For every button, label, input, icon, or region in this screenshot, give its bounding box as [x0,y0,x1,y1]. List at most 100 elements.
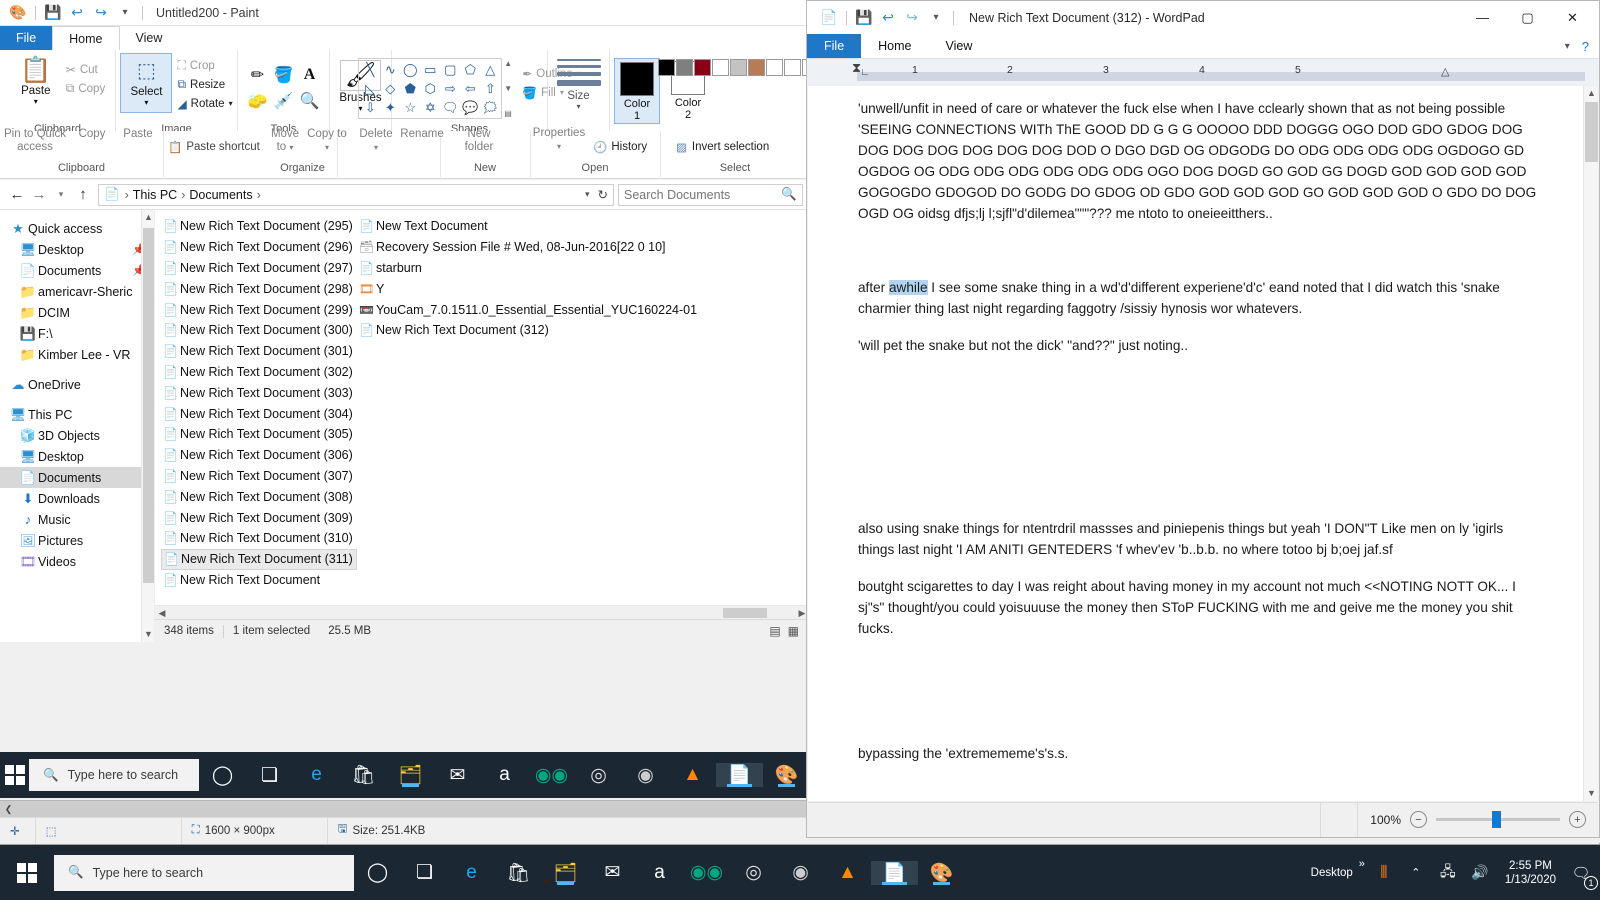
cut-button[interactable]: ✂ Cut [66,60,105,79]
chevron-down-icon[interactable]: ▾ [374,143,378,152]
shape-four-point-star-icon[interactable]: ✦ [380,98,400,117]
minimize-button[interactable]: — [1460,2,1505,34]
undo-icon[interactable]: ↩ [878,8,898,28]
sidebar-item-desktop[interactable]: 🖥 Desktop 📌 [0,239,154,260]
sidebar-item-quick-access[interactable]: ★ Quick access [0,218,154,239]
paint-icon[interactable]: 🎨 [763,763,810,787]
history-button[interactable]: 🕘 History [593,140,647,154]
wordpad-ruler[interactable]: ⧗ ∟ △ 1 2 3 4 5 [807,58,1599,84]
save-icon[interactable]: 💾 [43,3,63,23]
list-item[interactable]: 📄 New Rich Text Document (297) [161,258,357,279]
cortana-icon[interactable]: ◯ [199,764,246,787]
sidebar-item-dcim[interactable]: 📁 DCIM [0,302,154,323]
list-item[interactable]: 📄 New Rich Text Document (300) [161,320,357,341]
shape-callout-oval-icon[interactable]: 💬 [460,98,480,117]
shape-down-arrow-icon[interactable]: ⇩ [360,98,380,117]
list-item[interactable]: 📄 New Rich Text Document (296) [161,237,357,258]
close-button[interactable]: ✕ [1550,2,1595,34]
show-desktop-label[interactable]: Desktop » [1311,858,1365,879]
sidebar-item-videos[interactable]: 🎞 Videos [0,551,154,572]
sidebar-item-pictures[interactable]: 🖼 Pictures [0,530,154,551]
cyberlink-icon[interactable]: ◎ [575,764,622,787]
delete-button[interactable]: Delete ▾ [355,128,397,154]
zoom-in-button[interactable]: + [1569,811,1586,828]
wordpad-icon[interactable]: 📄 [716,763,763,787]
swatch-white[interactable] [711,59,729,76]
tab-home[interactable]: Home [861,34,928,58]
shape-polygon-icon[interactable]: ⬠ [460,60,480,79]
shape-callout-cloud-icon[interactable]: 🗯 [480,98,500,117]
left-indent-marker[interactable]: ∟ [860,67,870,78]
clock[interactable]: 2:55 PM 1/13/2020 [1499,859,1562,887]
sidebar-item-documents[interactable]: 📄 Documents 📌 [0,260,154,281]
shape-gallery[interactable]: ╲ ∿ ◯ ▭ ▢ ⬠ △ ◺ ◇ ⬟ ⬡ ⇨ ⇦ ⇧ ⇩ ✦ ☆ ✡ 🗨 💬 … [358,58,503,119]
sidebar-item-desktop[interactable]: 🖥 Desktop [0,446,154,467]
media-player-icon[interactable]: ◉ [777,861,824,884]
scroll-left-icon[interactable]: ◀ [155,606,169,620]
chevron-down-icon[interactable]: ▾ [229,99,233,108]
wordpad-text-body[interactable]: 'unwell/unfit in need of care or whateve… [808,86,1598,764]
list-item[interactable]: 🗃 Recovery Session File # Wed, 08-Jun-201… [357,237,777,258]
edge-icon[interactable]: e [448,862,495,884]
color-picker-icon[interactable]: 💉 [271,88,297,114]
list-item[interactable]: 🎞 Y [357,278,777,299]
size-button[interactable] [556,53,601,86]
chevron-down-icon[interactable]: ▾ [585,189,590,200]
mail-icon[interactable]: ✉ [589,861,636,884]
wordpad-vertical-scrollbar[interactable]: ▲ ▼ [1583,86,1598,801]
list-item[interactable]: 📄 New Rich Text Document (309) [161,507,357,528]
chevron-down-icon[interactable]: ▾ [34,97,38,106]
shape-pentagon-icon[interactable]: ⬟ [400,79,420,98]
shape-triangle-icon[interactable]: △ [480,60,500,79]
eraser-icon[interactable]: 🧽 [245,88,271,114]
redo-icon[interactable]: ↪ [91,3,111,23]
scroll-up-icon[interactable]: ▲ [1584,86,1599,101]
search-input[interactable]: Search Documents 🔍 [618,183,803,206]
selected-word[interactable]: awhile [888,280,928,295]
up-button[interactable]: ↑ [72,184,94,206]
chevron-down-icon[interactable]: ▾ [557,142,561,151]
file-explorer-icon[interactable]: 🗂 [542,861,589,885]
chevron-down-icon[interactable]: ▾ [567,102,589,111]
list-item[interactable]: 📄 New Rich Text Document (298) [161,278,357,299]
shape-right-triangle-icon[interactable]: ◺ [360,79,380,98]
shape-hexagon-icon[interactable]: ⬡ [420,79,440,98]
redo-icon[interactable]: ↪ [902,8,922,28]
rename-button[interactable]: Rename [398,128,446,140]
move-to-button[interactable]: Move to ▾ [265,128,305,154]
copy-button[interactable]: Copy [70,128,114,140]
resize-button[interactable]: ⧉ Resize [177,75,232,94]
rotate-button[interactable]: ◢ Rotate ▾ [177,94,232,113]
swatch-empty-1[interactable] [765,59,783,76]
recent-locations-icon[interactable]: ▾ [50,184,72,206]
list-item[interactable]: 📄 New Rich Text Document (304) [161,403,357,424]
list-item[interactable]: 📄 New Rich Text Document (310) [161,528,357,549]
mail-icon[interactable]: ✉ [434,764,481,787]
sidebar-item-this-pc[interactable]: 🖥 This PC [0,404,154,425]
breadcrumb-documents[interactable]: Documents [186,188,255,202]
chevron-up-icon[interactable]: ⌃ [1403,860,1429,886]
microsoft-store-icon[interactable]: 🛍 [495,861,542,885]
shape-right-arrow-icon[interactable]: ⇨ [440,79,460,98]
microsoft-store-icon[interactable]: 🛍 [340,763,387,787]
scroll-up-icon[interactable]: ▲ [142,210,154,225]
maximize-button[interactable]: ▢ [1505,2,1550,34]
undo-icon[interactable]: ↩ [67,3,87,23]
edge-icon[interactable]: e [293,764,340,786]
start-button[interactable] [0,845,54,900]
shapes-scroll-down-icon[interactable]: ▼ [504,84,512,93]
tab-view[interactable]: View [929,34,990,58]
shape-rect-icon[interactable]: ▭ [420,60,440,79]
shapes-expand-icon[interactable]: ▤ [504,109,512,118]
zoom-slider[interactable] [1436,811,1560,828]
list-item[interactable]: 📄 New Rich Text Document (302) [161,362,357,383]
chevron-down-icon[interactable]: ▾ [325,143,329,152]
task-view-icon[interactable]: ❏ [246,764,293,787]
zoom-slider-knob[interactable] [1492,811,1501,828]
right-indent-marker[interactable]: △ [1441,65,1449,78]
customize-qat-icon[interactable]: ▾ [926,8,946,28]
amazon-icon[interactable]: a [481,764,528,786]
color1-button[interactable]: Color 1 [614,58,660,124]
shape-six-point-star-icon[interactable]: ✡ [420,98,440,117]
shape-callout-rect-icon[interactable]: 🗨 [440,98,460,117]
